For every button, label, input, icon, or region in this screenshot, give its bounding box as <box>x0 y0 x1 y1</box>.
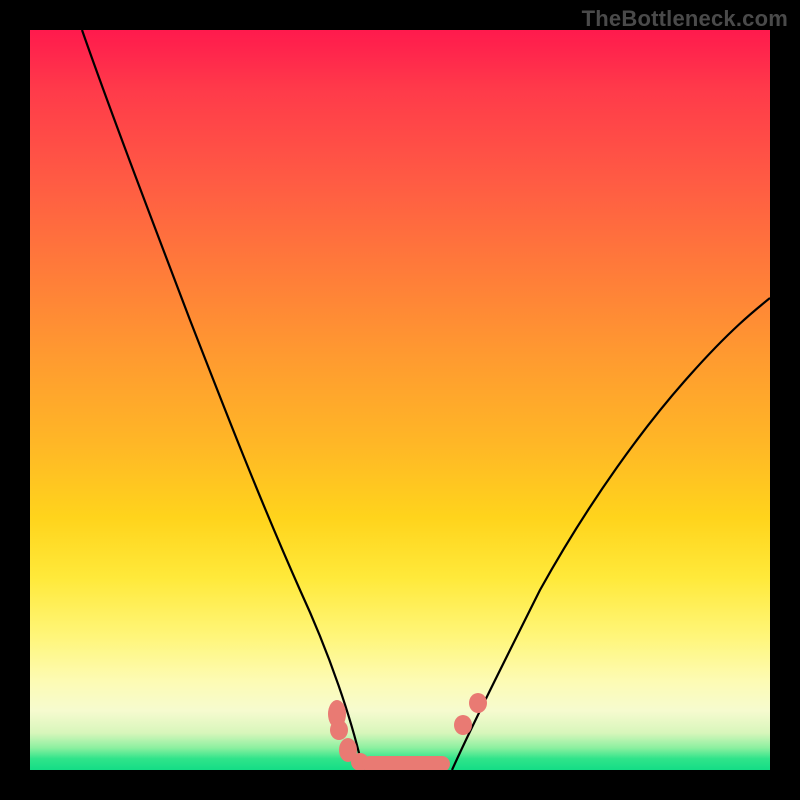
watermark-text: TheBottleneck.com <box>582 6 788 32</box>
right-curve <box>452 298 770 770</box>
valley-lozenge <box>362 756 450 770</box>
plot-area <box>30 30 770 770</box>
marker-cluster-left <box>328 700 369 770</box>
marker-cluster-right <box>454 693 487 735</box>
chart-frame: TheBottleneck.com <box>0 0 800 800</box>
left-curve <box>82 30 363 770</box>
chart-svg <box>30 30 770 770</box>
